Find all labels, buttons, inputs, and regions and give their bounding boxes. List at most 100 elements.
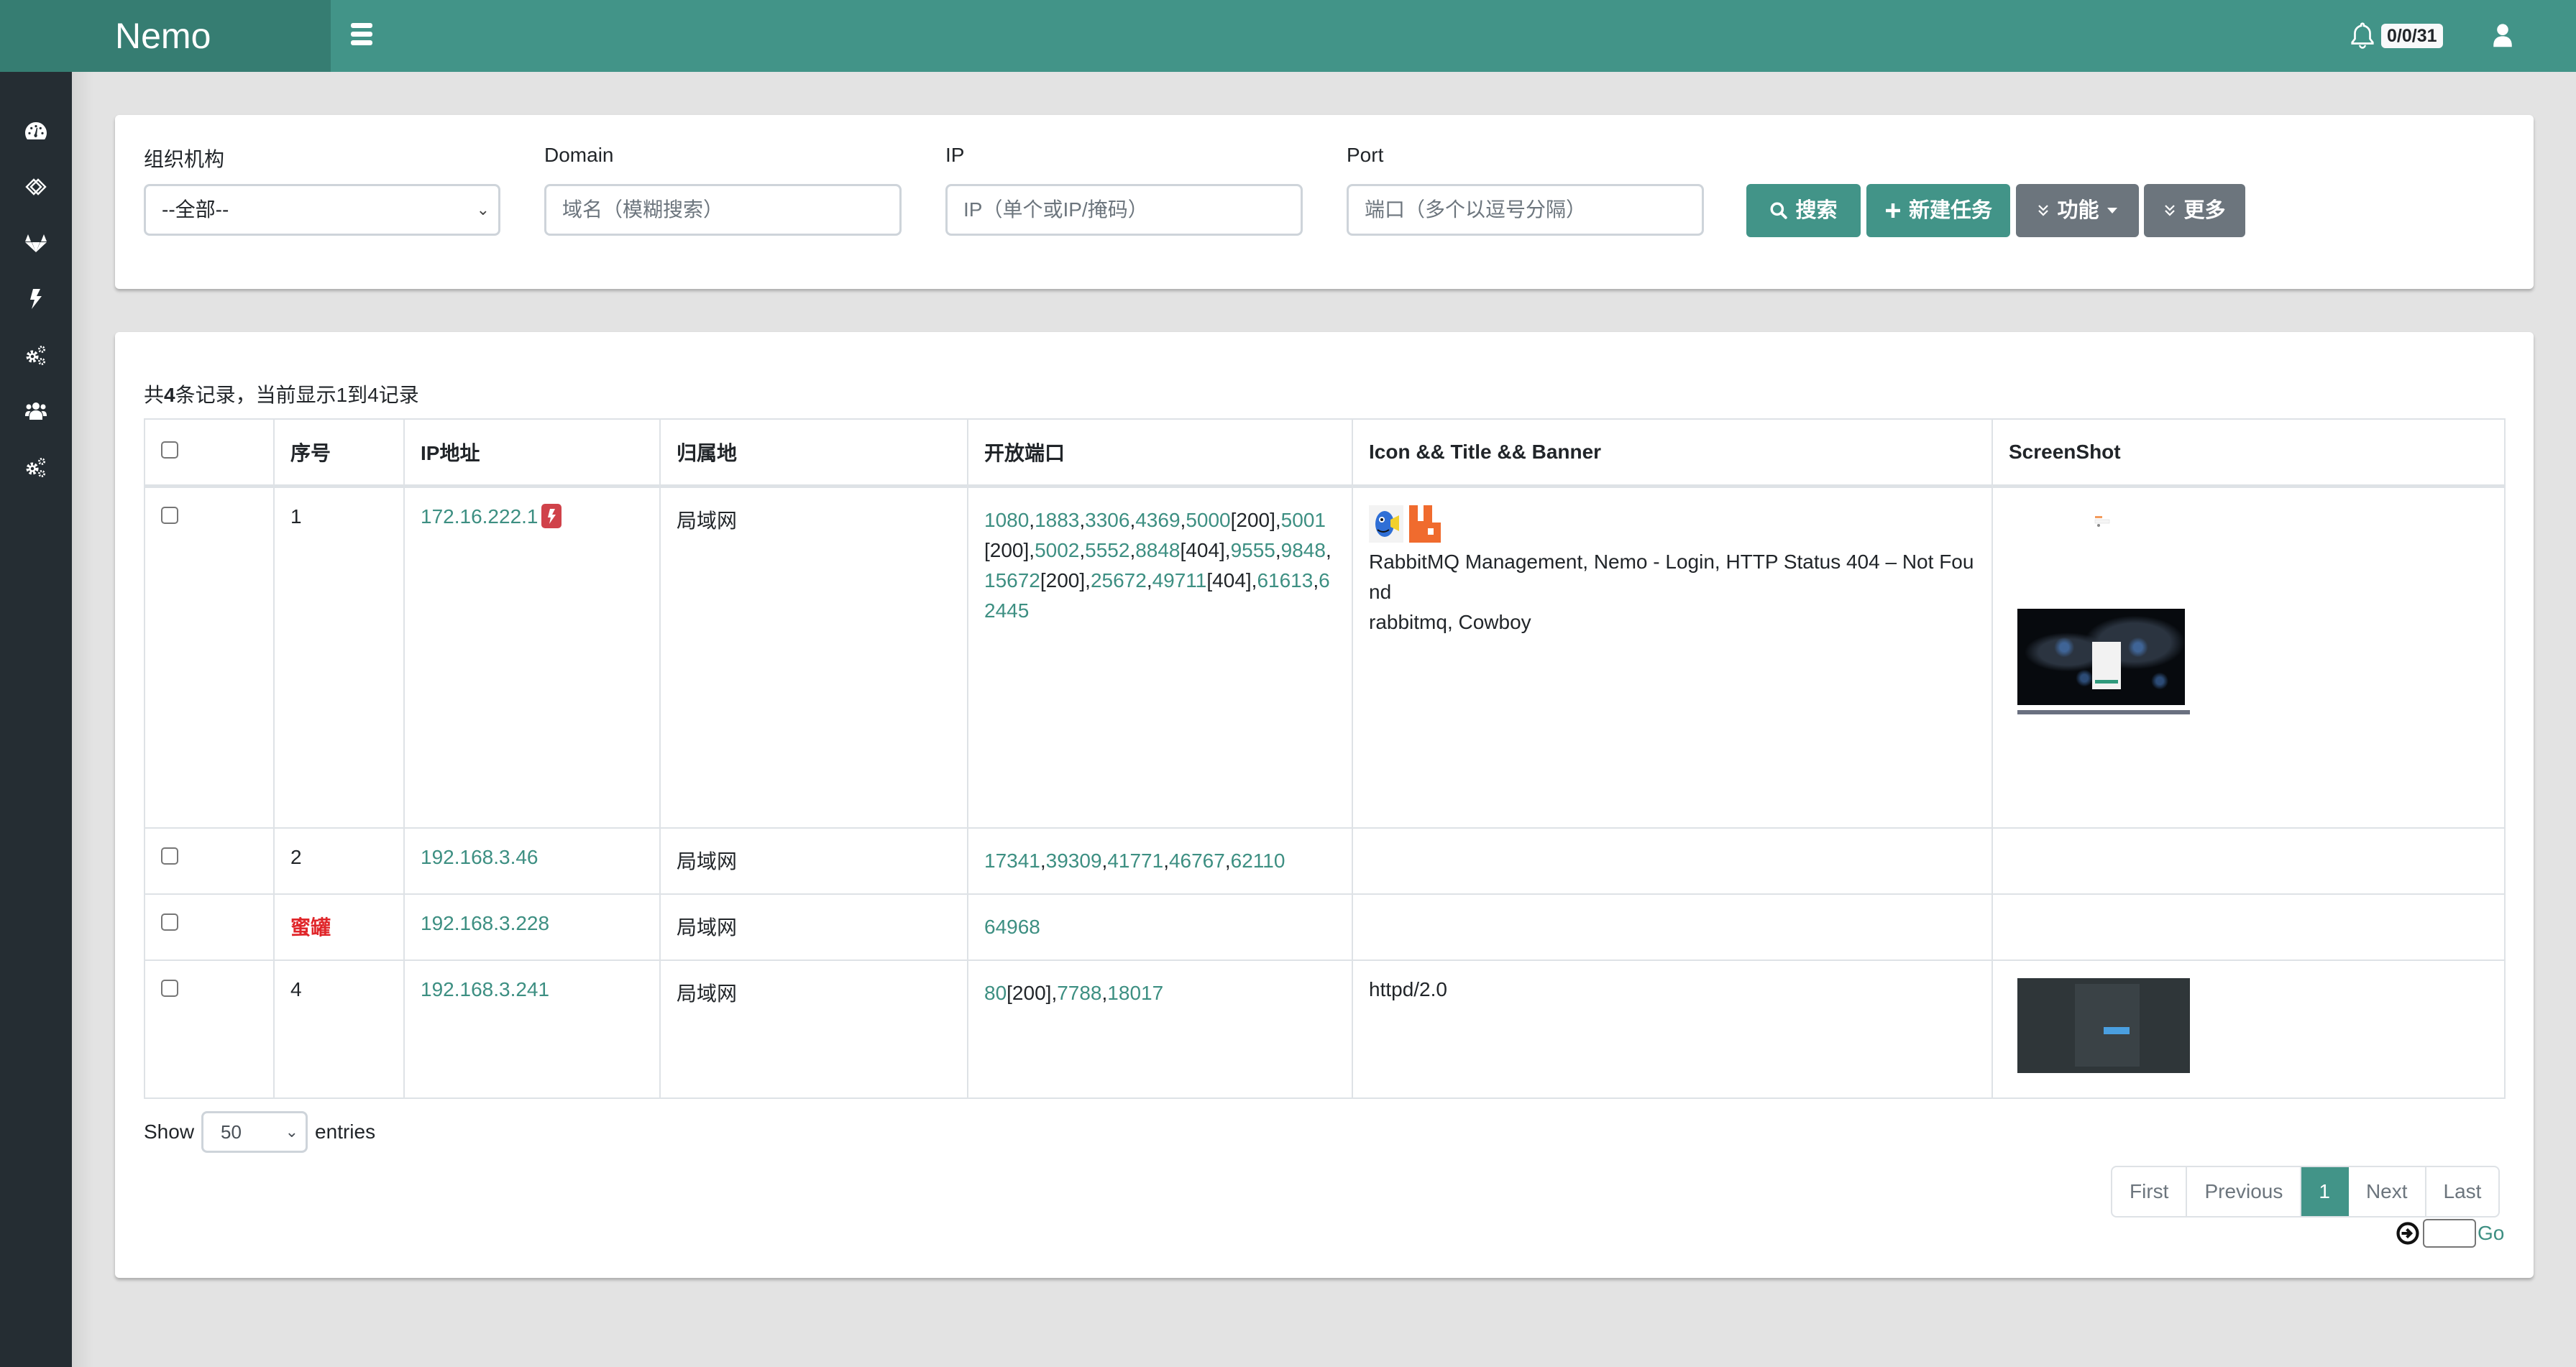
sidebar-item-tasks[interactable] <box>22 341 50 369</box>
port-link[interactable]: 64968 <box>984 916 1040 938</box>
port-link[interactable]: 17341 <box>984 850 1040 872</box>
goto-page-input[interactable] <box>2423 1219 2476 1248</box>
column-header-location[interactable]: 归属地 <box>659 418 968 488</box>
port-link[interactable]: 62110 <box>1231 850 1285 872</box>
ip-cell: 172.16.222.1 <box>403 485 661 829</box>
screenshot-cell <box>1991 893 2506 961</box>
ip-link[interactable]: 172.16.222.1 <box>421 505 538 528</box>
org-select[interactable]: --全部-- ⌄ <box>144 184 500 236</box>
port-link[interactable]: 9848 <box>1281 539 1326 561</box>
new-task-button-label: 新建任务 <box>1908 199 1992 222</box>
port-input[interactable]: 端口（多个以逗号分隔） <box>1347 184 1704 236</box>
banner-text: httpd/2.0 <box>1369 978 1447 1000</box>
port-link[interactable]: 5552 <box>1085 539 1129 561</box>
pagination: First Previous 1 Next Last <box>2111 1166 2501 1218</box>
row-checkbox[interactable] <box>161 980 178 997</box>
sidebar-item-settings[interactable] <box>22 453 50 482</box>
port-link[interactable]: 80 <box>984 982 1007 1004</box>
page-current[interactable]: 1 <box>2301 1167 2349 1216</box>
cogs-icon <box>26 346 45 365</box>
search-button[interactable]: 搜索 <box>1746 184 1861 237</box>
new-task-button[interactable]: 新建任务 <box>1866 184 2010 237</box>
go-button[interactable]: Go <box>2478 1222 2504 1245</box>
column-header-ip[interactable]: IP地址 <box>403 418 661 488</box>
port-link[interactable]: 41771 <box>1107 850 1163 872</box>
port-link[interactable]: 46767 <box>1169 850 1225 872</box>
rabbitmq-login-thumbnail[interactable] <box>2094 510 2111 527</box>
sidebar-item-dashboard[interactable] <box>22 116 50 145</box>
column-header-banner[interactable]: Icon && Title && Banner <box>1352 418 1993 488</box>
login-form-preview <box>2092 641 2121 689</box>
page-first[interactable]: First <box>2112 1167 2188 1216</box>
ports-cell: 64968 <box>967 893 1353 961</box>
ip-cell: 192.168.3.46 <box>403 827 661 895</box>
brand-logo[interactable]: Nemo <box>0 0 331 72</box>
domain-placeholder: 域名（模糊搜索） <box>562 198 724 221</box>
column-header-index[interactable]: 序号 <box>273 418 405 488</box>
select-all-checkbox[interactable] <box>161 441 178 459</box>
row-checkbox[interactable] <box>161 913 178 931</box>
nemo-login-thumbnail[interactable] <box>2017 608 2185 705</box>
column-header-ports[interactable]: 开放端口 <box>967 418 1353 488</box>
location-cell: 局域网 <box>659 893 968 961</box>
ip-placeholder: IP（单个或IP/掩码） <box>963 198 1148 221</box>
sidebar-item-gitlab[interactable] <box>22 229 50 257</box>
port-link[interactable]: 3306 <box>1085 509 1129 531</box>
port-link[interactable]: 5001 <box>1281 509 1326 531</box>
show-label: Show <box>144 1120 195 1143</box>
port-link[interactable]: 5002 <box>1035 539 1079 561</box>
port-link[interactable]: 25672 <box>1091 569 1147 592</box>
port-link[interactable]: 61613 <box>1257 569 1313 592</box>
row-checkbox[interactable] <box>161 847 178 865</box>
ip-link[interactable]: 192.168.3.228 <box>421 912 549 934</box>
function-dropdown-button[interactable]: 功能 <box>2016 184 2139 237</box>
org-select-value: --全部-- <box>162 198 229 221</box>
port-link[interactable]: 7788 <box>1057 982 1101 1004</box>
page-size-select[interactable]: 50 ⌄ <box>201 1111 308 1153</box>
page-previous[interactable]: Previous <box>2187 1167 2302 1216</box>
port-link[interactable]: 8848 <box>1135 539 1180 561</box>
search-panel: 组织机构 --全部-- ⌄ Domain 域名（模糊搜索） IP IP（单个或I… <box>115 115 2534 289</box>
top-navbar: Nemo 0/0/31 <box>0 0 2576 72</box>
bell-icon[interactable] <box>2350 22 2375 50</box>
banner-text: rabbitmq, Cowboy <box>1369 610 1531 633</box>
port-link[interactable]: 4369 <box>1135 509 1180 531</box>
banner-cell <box>1352 827 1993 895</box>
port-link[interactable]: 1080 <box>984 509 1029 531</box>
sidebar-item-users[interactable] <box>22 397 50 425</box>
table-row: 蜜罐 192.168.3.228 局域网 64968 <box>144 893 2506 961</box>
page-size-value: 50 <box>221 1121 242 1143</box>
port-link[interactable]: 9555 <box>1231 539 1275 561</box>
more-button[interactable]: 更多 <box>2144 184 2245 237</box>
port-link[interactable]: 39309 <box>1046 850 1102 872</box>
port-link[interactable]: 15672 <box>984 569 1040 592</box>
port-link[interactable]: 1883 <box>1035 509 1079 531</box>
port-link[interactable]: 5000 <box>1186 509 1230 531</box>
ip-input[interactable]: IP（单个或IP/掩码） <box>945 184 1303 236</box>
page-next[interactable]: Next <box>2349 1167 2426 1216</box>
port-link[interactable]: 49711 <box>1152 569 1207 592</box>
page-last[interactable]: Last <box>2426 1167 2499 1216</box>
ip-link[interactable]: 192.168.3.46 <box>421 846 538 868</box>
notification-badge[interactable]: 0/0/31 <box>2381 24 2443 48</box>
row-checkbox[interactable] <box>161 506 178 524</box>
location-cell: 局域网 <box>659 827 968 895</box>
port-placeholder: 端口（多个以逗号分隔） <box>1365 198 1587 221</box>
entries-label: entries <box>315 1120 376 1143</box>
menu-toggle-icon[interactable] <box>351 23 372 47</box>
dark-admin-thumbnail[interactable] <box>2017 978 2190 1073</box>
sidebar-item-vulnerability[interactable] <box>22 285 50 313</box>
arrow-circle-right-icon <box>2396 1222 2419 1245</box>
sidebar-item-domain[interactable] <box>22 172 50 201</box>
user-icon[interactable] <box>2492 23 2513 47</box>
caret-down-icon <box>2107 208 2117 213</box>
vulnerability-flash-badge[interactable] <box>541 504 562 529</box>
ip-link[interactable]: 192.168.3.241 <box>421 978 549 1000</box>
port-link[interactable]: 18017 <box>1107 982 1163 1004</box>
column-header-screenshot[interactable]: ScreenShot <box>1991 418 2506 488</box>
double-chevron-down-icon <box>2038 205 2049 216</box>
search-button-label: 搜索 <box>1795 199 1838 222</box>
domain-input[interactable]: 域名（模糊搜索） <box>544 184 902 236</box>
port-status: [200] <box>1230 508 1275 531</box>
ports-cell: 1080,1883,3306,4369,5000[200],5001[200],… <box>967 485 1353 829</box>
